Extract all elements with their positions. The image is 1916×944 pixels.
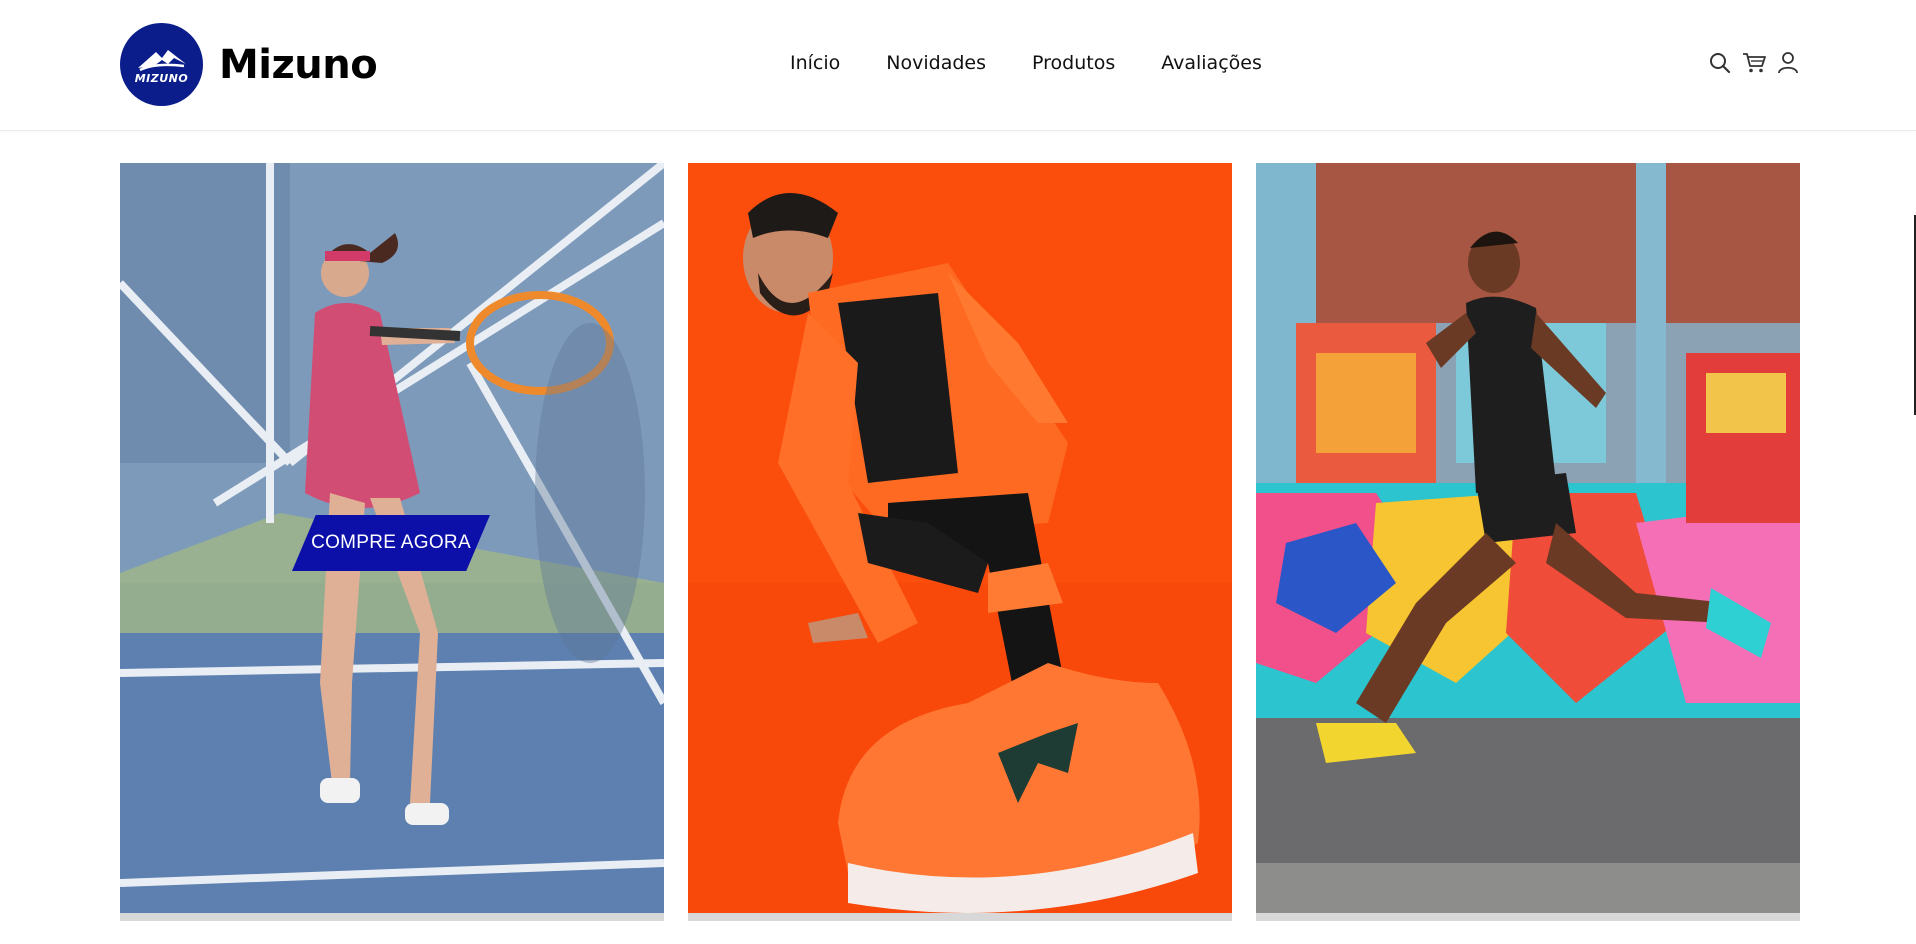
card-tennis[interactable]: COMPRE AGORA	[120, 163, 664, 921]
card-running-shoe[interactable]	[688, 163, 1232, 921]
cart-icon[interactable]	[1741, 50, 1767, 76]
brand-name: Mizuno	[219, 41, 378, 88]
buy-now-button[interactable]: COMPRE AGORA	[292, 515, 490, 571]
main-nav: Início Novidades Produtos Avaliações	[790, 52, 1308, 74]
street-runner-image	[1256, 163, 1800, 921]
nav-item-novidades[interactable]: Novidades	[886, 52, 986, 74]
mizuno-logo[interactable]: MIZUNO	[120, 23, 203, 106]
brand[interactable]: MIZUNO Mizuno	[120, 23, 378, 106]
card-bar	[1256, 913, 1800, 921]
card-runner[interactable]	[1256, 163, 1800, 921]
logo-wordmark: MIZUNO	[134, 72, 189, 85]
card-bar	[688, 913, 1232, 921]
nav-item-inicio[interactable]: Início	[790, 52, 840, 74]
header-icons	[1707, 50, 1809, 76]
card-bar	[120, 913, 664, 921]
runbird-icon	[137, 50, 186, 72]
site-header: MIZUNO Mizuno Início Novidades Produtos …	[0, 0, 1916, 131]
orange-athlete-image	[688, 163, 1232, 921]
user-icon[interactable]	[1775, 50, 1801, 76]
nav-item-avaliacoes[interactable]: Avaliações	[1161, 52, 1262, 74]
search-icon[interactable]	[1707, 50, 1733, 76]
nav-item-produtos[interactable]: Produtos	[1032, 52, 1115, 74]
